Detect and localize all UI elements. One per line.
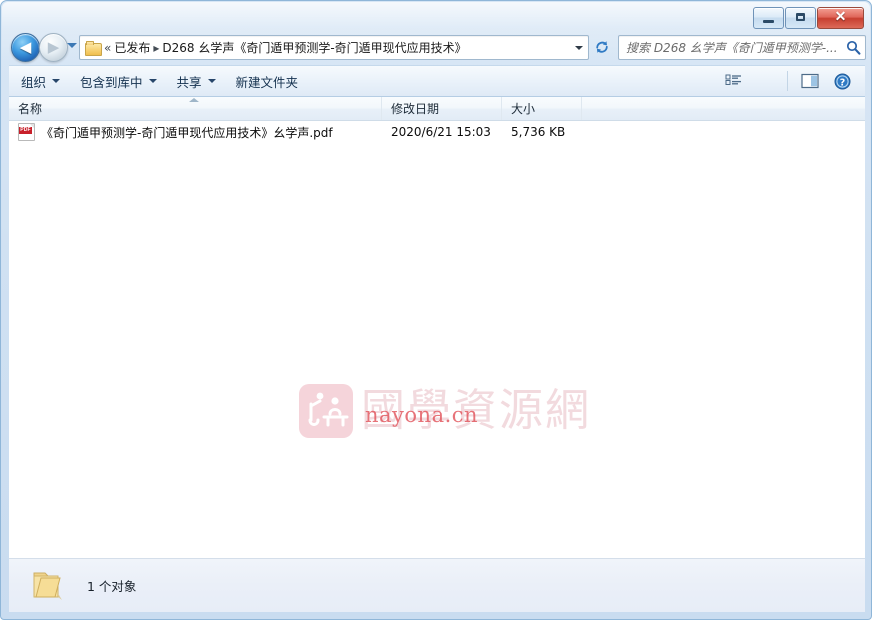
organize-menu-button[interactable]: 组织 bbox=[13, 69, 68, 93]
breadcrumb-item-1[interactable]: D268 幺学声《奇门遁甲预测学-奇门遁甲现代应用技术》 bbox=[162, 39, 466, 56]
title-bar: ✕ bbox=[1, 1, 872, 31]
file-date-cell: 2020/6/21 15:03 bbox=[391, 125, 491, 139]
status-bar: 1 个对象 bbox=[9, 558, 865, 612]
organize-label: 组织 bbox=[21, 74, 47, 90]
column-header-date-modified[interactable]: 修改日期 bbox=[382, 97, 502, 120]
table-row[interactable]: PDF 《奇门遁甲预测学-奇门遁甲现代应用技术》幺学声.pdf 2020/6/2… bbox=[9, 121, 865, 143]
preview-pane-icon bbox=[801, 73, 819, 89]
back-button[interactable]: ◀ bbox=[11, 33, 40, 62]
status-item-count: 1 个对象 bbox=[87, 579, 137, 594]
minimize-button[interactable] bbox=[753, 7, 784, 29]
maximize-button[interactable] bbox=[785, 7, 816, 29]
refresh-button[interactable] bbox=[592, 36, 612, 57]
refresh-icon bbox=[596, 40, 608, 53]
help-icon: ? bbox=[834, 73, 850, 89]
search-input[interactable]: 搜索 D268 幺学声《奇门遁甲预测学-... bbox=[618, 35, 866, 60]
column-header-row: 名称 修改日期 大小 bbox=[9, 97, 865, 121]
column-header-name-label: 名称 bbox=[18, 102, 43, 116]
file-rows-container: PDF 《奇门遁甲预测学-奇门遁甲现代应用技术》幺学声.pdf 2020/6/2… bbox=[9, 121, 865, 558]
column-header-size-label: 大小 bbox=[511, 102, 536, 116]
pdf-file-icon: PDF bbox=[18, 123, 35, 141]
pdf-icon-label: PDF bbox=[19, 127, 32, 134]
include-in-library-menu-button[interactable]: 包含到库中 bbox=[72, 69, 165, 93]
navigation-bar: ◀ ▶ « 已发布 ▸ D268 幺学声《奇门遁甲预测学-奇门遁甲现代应用技术》 bbox=[1, 31, 872, 63]
breadcrumb-separator-0[interactable]: ▸ bbox=[153, 41, 159, 55]
new-folder-button[interactable]: 新建文件夹 bbox=[228, 69, 307, 93]
explorer-window: ✕ ◀ ▶ « 已发布 ▸ D268 幺学声《奇门遁甲预测学-奇门遁甲现代应用技… bbox=[0, 0, 872, 620]
close-icon: ✕ bbox=[834, 10, 847, 25]
view-options-icon bbox=[725, 74, 741, 85]
chevron-down-icon bbox=[148, 79, 157, 83]
file-size-cell: 5,736 KB bbox=[511, 125, 566, 139]
search-icon[interactable] bbox=[841, 40, 865, 55]
help-button[interactable]: ? bbox=[827, 69, 857, 93]
recent-locations-chevron-down-icon[interactable] bbox=[67, 43, 77, 48]
file-name-cell[interactable]: PDF 《奇门遁甲预测学-奇门遁甲现代应用技术》幺学声.pdf bbox=[9, 123, 382, 141]
file-name-label: 《奇门遁甲预测学-奇门遁甲现代应用技术》幺学声.pdf bbox=[41, 125, 333, 140]
preview-pane-button[interactable] bbox=[795, 69, 825, 93]
breadcrumb-item-0[interactable]: 已发布 bbox=[114, 39, 150, 56]
window-controls: ✕ bbox=[753, 7, 864, 29]
search-placeholder: 搜索 D268 幺学声《奇门遁甲预测学-... bbox=[626, 41, 838, 55]
forward-button[interactable]: ▶ bbox=[39, 33, 68, 62]
folder-icon bbox=[31, 569, 69, 603]
chevron-down-icon bbox=[52, 79, 61, 83]
share-with-menu-button[interactable]: 共享 bbox=[169, 69, 224, 93]
column-header-filler bbox=[582, 97, 865, 120]
svg-text:?: ? bbox=[839, 77, 845, 88]
sort-ascending-icon bbox=[189, 98, 199, 102]
breadcrumb-overflow-chevrons[interactable]: « bbox=[104, 41, 111, 55]
toolbar-divider bbox=[787, 71, 788, 91]
view-options-button[interactable] bbox=[718, 69, 748, 93]
chevron-down-icon bbox=[207, 79, 216, 83]
chevron-down-icon bbox=[575, 45, 583, 50]
share-label: 共享 bbox=[176, 74, 202, 90]
new-folder-label: 新建文件夹 bbox=[235, 74, 299, 90]
column-header-name[interactable]: 名称 bbox=[9, 97, 382, 120]
forward-arrow-icon: ▶ bbox=[47, 38, 60, 56]
command-toolbar-right: ? bbox=[718, 69, 865, 93]
view-options-dropdown-button[interactable] bbox=[750, 69, 780, 93]
column-header-date-label: 修改日期 bbox=[391, 102, 440, 116]
folder-icon bbox=[85, 40, 102, 56]
address-bar[interactable]: « 已发布 ▸ D268 幺学声《奇门遁甲预测学-奇门遁甲现代应用技术》 bbox=[79, 35, 589, 60]
file-list-view: 名称 修改日期 大小 PDF 《奇门遁甲预测学-奇门遁甲现代应用技术》幺学声.p… bbox=[9, 97, 865, 558]
address-dropdown-button[interactable] bbox=[570, 37, 588, 58]
back-arrow-icon: ◀ bbox=[19, 38, 32, 56]
close-button[interactable]: ✕ bbox=[817, 7, 864, 29]
include-in-library-label: 包含到库中 bbox=[80, 74, 143, 90]
command-toolbar: 组织 包含到库中 共享 新建文件夹 ? bbox=[9, 65, 865, 97]
column-header-size[interactable]: 大小 bbox=[502, 97, 582, 120]
